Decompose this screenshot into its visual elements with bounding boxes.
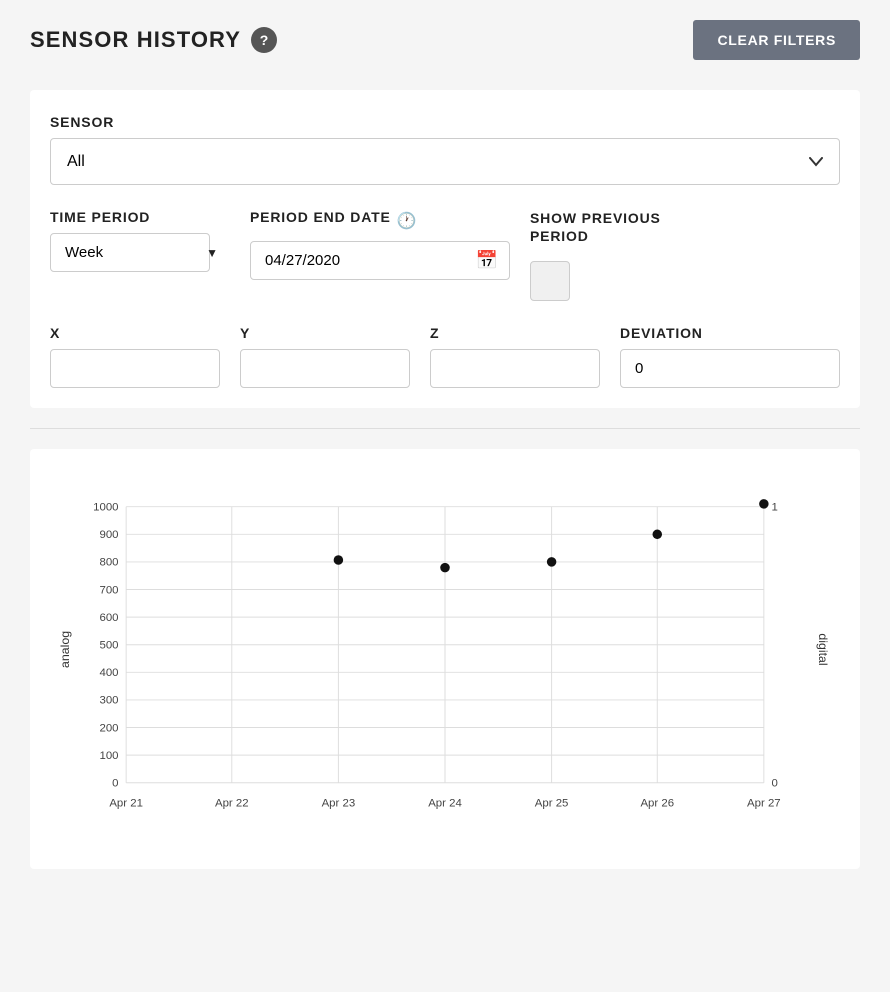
chart-container: 0 100 200 300 400 500 600 700 800 900 10… (50, 469, 840, 849)
svg-text:Apr 26: Apr 26 (640, 798, 674, 810)
deviation-label: DEVIATION (620, 325, 840, 341)
z-input[interactable] (430, 349, 600, 388)
svg-text:700: 700 (99, 585, 118, 597)
page-header: SENSOR HISTORY ? CLEAR FILTERS (30, 20, 860, 60)
x-col: X (50, 325, 220, 388)
date-input[interactable] (250, 241, 510, 280)
svg-text:Apr 25: Apr 25 (535, 798, 569, 810)
svg-text:Apr 24: Apr 24 (428, 798, 462, 810)
y-axis-right: 0 1 (771, 502, 777, 790)
grid-lines (126, 507, 764, 783)
svg-text:1: 1 (771, 502, 777, 514)
time-period-row: TIME PERIOD Week Day Month ▼ PERIOD END … (50, 209, 840, 301)
section-divider (30, 428, 860, 429)
deviation-col: DEVIATION (620, 325, 840, 388)
x-axis: Apr 21 Apr 22 Apr 23 Apr 24 Apr 25 Apr 2… (109, 798, 780, 810)
right-axis-label: digital (816, 634, 830, 666)
svg-text:0: 0 (771, 778, 777, 790)
data-points (334, 499, 769, 572)
clear-filters-button[interactable]: CLEAR FILTERS (693, 20, 860, 60)
y-label: Y (240, 325, 410, 341)
deviation-input[interactable] (620, 349, 840, 388)
time-period-label: TIME PERIOD (50, 209, 230, 225)
period-end-date-col: PERIOD END DATE 🕐 📅 (250, 209, 510, 280)
sensor-label: SENSOR (50, 114, 840, 130)
y-axis-left: 0 100 200 300 400 500 600 700 800 900 10… (93, 502, 118, 790)
svg-text:1000: 1000 (93, 502, 118, 514)
period-end-date-label: PERIOD END DATE (250, 209, 391, 225)
left-axis-label: analog (58, 631, 72, 668)
x-label: X (50, 325, 220, 341)
svg-text:300: 300 (99, 695, 118, 707)
z-label: Z (430, 325, 600, 341)
clock-icon: 🕐 (397, 211, 417, 231)
x-input[interactable] (50, 349, 220, 388)
filters-section: SENSOR All TIME PERIOD Week Day Month ▼ … (30, 90, 860, 408)
svg-text:800: 800 (99, 557, 118, 569)
date-input-wrapper: 📅 (250, 241, 510, 280)
svg-text:500: 500 (99, 640, 118, 652)
y-input[interactable] (240, 349, 410, 388)
time-period-col: TIME PERIOD Week Day Month ▼ (50, 209, 230, 272)
svg-text:100: 100 (99, 750, 118, 762)
svg-text:900: 900 (99, 529, 118, 541)
period-select[interactable]: Week Day Month (50, 233, 210, 272)
sensor-row: SENSOR All (50, 114, 840, 185)
sensor-select[interactable]: All (50, 138, 840, 185)
chart-section: 0 100 200 300 400 500 600 700 800 900 10… (30, 449, 860, 869)
show-previous-checkbox[interactable] (530, 261, 570, 301)
period-end-date-label-row: PERIOD END DATE 🕐 (250, 209, 510, 233)
svg-text:200: 200 (99, 723, 118, 735)
z-col: Z (430, 325, 600, 388)
svg-text:Apr 21: Apr 21 (109, 798, 143, 810)
page-title: SENSOR HISTORY (30, 27, 241, 53)
xyz-row: X Y Z DEVIATION (50, 325, 840, 388)
period-select-wrapper: Week Day Month ▼ (50, 233, 230, 272)
scatter-chart: 0 100 200 300 400 500 600 700 800 900 10… (50, 469, 840, 849)
header-left: SENSOR HISTORY ? (30, 27, 277, 53)
help-icon[interactable]: ? (251, 27, 277, 53)
svg-text:0: 0 (112, 778, 118, 790)
svg-text:600: 600 (99, 612, 118, 624)
svg-text:400: 400 (99, 668, 118, 680)
y-col: Y (240, 325, 410, 388)
svg-text:Apr 23: Apr 23 (322, 798, 356, 810)
show-previous-col: SHOW PREVIOUS PERIOD (530, 209, 690, 301)
svg-text:Apr 22: Apr 22 (215, 798, 249, 810)
svg-text:Apr 27: Apr 27 (747, 798, 781, 810)
show-previous-label: SHOW PREVIOUS PERIOD (530, 209, 690, 245)
